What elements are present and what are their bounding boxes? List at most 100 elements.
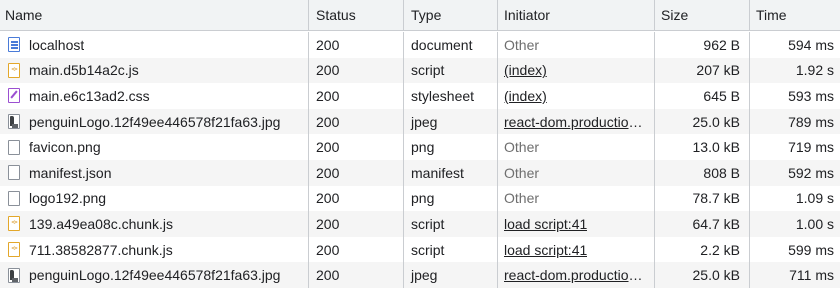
request-name-cell[interactable]: penguinLogo.12f49ee446578f21fa63.jpg bbox=[0, 108, 309, 135]
request-name-cell[interactable]: main.d5b14a2c.js bbox=[0, 57, 309, 84]
request-status: 200 bbox=[309, 83, 404, 109]
request-status: 200 bbox=[309, 57, 404, 84]
request-initiator-cell: Other bbox=[498, 134, 655, 160]
request-name[interactable]: manifest.json bbox=[29, 165, 111, 181]
request-row[interactable]: penguinLogo.12f49ee446578f21fa63.jpg 200 j… bbox=[0, 108, 840, 135]
request-status: 200 bbox=[309, 32, 404, 58]
request-size: 645 B bbox=[655, 83, 750, 109]
request-size: 808 B bbox=[655, 160, 750, 186]
request-initiator-cell: react-dom.production.min.js bbox=[498, 108, 655, 135]
request-size: 13.0 kB bbox=[655, 134, 750, 160]
request-name-cell[interactable]: localhost bbox=[0, 32, 309, 58]
request-name-cell[interactable]: logo192.png bbox=[0, 185, 309, 212]
request-name-cell[interactable]: manifest.json bbox=[0, 160, 309, 186]
request-time: 1.92 s bbox=[795, 62, 834, 79]
request-type: script bbox=[404, 57, 498, 84]
request-name[interactable]: 711.38582877.chunk.js bbox=[29, 242, 173, 258]
request-name-cell[interactable]: favicon.png bbox=[0, 134, 309, 160]
column-header-name[interactable]: Name bbox=[0, 0, 309, 30]
request-row[interactable]: manifest.json 200 manifest Other 808 B 592 ms bbox=[0, 160, 840, 186]
file-icon bbox=[8, 190, 20, 206]
request-row[interactable]: favicon.png 200 png Other 13.0 kB 719 ms bbox=[0, 134, 840, 160]
script-icon bbox=[8, 242, 20, 258]
request-time: 593 ms bbox=[788, 87, 834, 104]
request-size: 962 B bbox=[655, 32, 750, 58]
column-header-status[interactable]: Status bbox=[309, 0, 404, 30]
request-row[interactable]: penguinLogo.12f49ee446578f21fa63.jpg 200 j… bbox=[0, 262, 840, 288]
request-size: 25.0 kB bbox=[655, 108, 750, 135]
request-name[interactable]: localhost bbox=[29, 37, 84, 53]
request-type: document bbox=[404, 32, 498, 58]
request-time: 711 ms bbox=[789, 267, 834, 284]
request-status: 200 bbox=[309, 211, 404, 237]
request-time: 1.09 s bbox=[795, 190, 834, 207]
request-row[interactable]: 711.38582877.chunk.js 200script load scrip… bbox=[0, 236, 840, 263]
request-initiator-cell: load script:41 bbox=[498, 236, 655, 263]
request-size: 25.0 kB bbox=[655, 262, 750, 288]
request-row[interactable]: main.e6c13ad2.css 200 stylesheet (index) 645… bbox=[0, 83, 840, 109]
initiator-text: Other bbox=[504, 164, 540, 181]
request-size: 207 kB bbox=[655, 57, 750, 84]
request-name[interactable]: penguinLogo.12f49ee446578f21fa63.jpg bbox=[29, 267, 280, 283]
request-status: 200 bbox=[309, 236, 404, 263]
request-type: script bbox=[404, 211, 498, 237]
stylesheet-icon bbox=[8, 88, 20, 104]
request-status: 200 bbox=[309, 160, 404, 186]
request-name[interactable]: logo192.png bbox=[29, 190, 106, 206]
initiator-text: Other bbox=[504, 36, 540, 53]
file-icon bbox=[8, 139, 20, 155]
request-name[interactable]: favicon.png bbox=[29, 139, 101, 155]
request-initiator-cell: Other bbox=[498, 185, 655, 212]
initiator-text: Other bbox=[504, 190, 540, 207]
request-size: 64.7 kB bbox=[655, 211, 750, 237]
initiator-link[interactable]: (index) bbox=[504, 62, 547, 78]
initiator-text: Other bbox=[504, 139, 540, 156]
request-time: 1.00 s bbox=[795, 215, 834, 232]
image-icon bbox=[8, 267, 20, 283]
image-icon bbox=[8, 114, 20, 130]
request-time: 599 ms bbox=[788, 241, 834, 258]
request-initiator-cell: (index) bbox=[498, 83, 655, 109]
request-row[interactable]: localhost 200 document Other 962 B 594 ms bbox=[0, 32, 840, 58]
request-name-cell[interactable]: main.e6c13ad2.css bbox=[0, 83, 309, 109]
request-time: 789 ms bbox=[788, 113, 834, 130]
request-name[interactable]: main.d5b14a2c.js bbox=[29, 62, 139, 78]
request-initiator-cell: Other bbox=[498, 32, 655, 58]
column-header-size[interactable]: Size bbox=[655, 0, 750, 30]
request-name[interactable]: 139.a49ea08c.chunk.js bbox=[29, 216, 173, 232]
request-status: 200 bbox=[309, 262, 404, 288]
column-header-initiator[interactable]: Initiator bbox=[498, 0, 655, 30]
request-type: script bbox=[404, 236, 498, 263]
request-initiator-cell: (index) bbox=[498, 57, 655, 84]
initiator-link[interactable]: react-dom.production.min.js bbox=[504, 114, 648, 130]
request-name-cell[interactable]: 139.a49ea08c.chunk.js bbox=[0, 211, 309, 237]
request-time: 719 ms bbox=[788, 139, 834, 156]
column-header-time[interactable]: Time bbox=[750, 0, 840, 30]
request-row[interactable]: main.d5b14a2c.js 200script (index) 207 kB 1.… bbox=[0, 57, 840, 84]
request-size: 78.7 kB bbox=[655, 185, 750, 212]
request-name[interactable]: main.e6c13ad2.css bbox=[29, 88, 150, 104]
request-initiator-cell: Other bbox=[498, 160, 655, 186]
request-row[interactable]: logo192.png 200 png Other 78.7 kB 1.09 s bbox=[0, 185, 840, 212]
request-row[interactable]: 139.a49ea08c.chunk.js 200script load scrip… bbox=[0, 211, 840, 237]
request-name[interactable]: penguinLogo.12f49ee446578f21fa63.jpg bbox=[29, 114, 280, 130]
request-type: manifest bbox=[404, 160, 498, 186]
request-name-cell[interactable]: 711.38582877.chunk.js bbox=[0, 236, 309, 263]
request-status: 200 bbox=[309, 134, 404, 160]
initiator-link[interactable]: (index) bbox=[504, 88, 547, 104]
document-icon bbox=[8, 37, 20, 53]
column-header-type[interactable]: Type bbox=[404, 0, 498, 30]
request-type: stylesheet bbox=[404, 83, 498, 109]
initiator-link[interactable]: react-dom.production.min.js bbox=[504, 267, 648, 283]
script-icon bbox=[8, 62, 20, 78]
request-size: 2.2 kB bbox=[655, 236, 750, 263]
request-time: 592 ms bbox=[788, 164, 834, 181]
request-type: png bbox=[404, 185, 498, 212]
request-initiator-cell: react-dom.production.min.js bbox=[498, 262, 655, 288]
initiator-link[interactable]: load script:41 bbox=[504, 216, 587, 232]
request-type: jpeg bbox=[404, 262, 498, 288]
request-name-cell[interactable]: penguinLogo.12f49ee446578f21fa63.jpg bbox=[0, 262, 309, 288]
request-initiator-cell: load script:41 bbox=[498, 211, 655, 237]
table-header: Name Status Type Initiator Size Time bbox=[0, 0, 840, 31]
initiator-link[interactable]: load script:41 bbox=[504, 242, 587, 258]
